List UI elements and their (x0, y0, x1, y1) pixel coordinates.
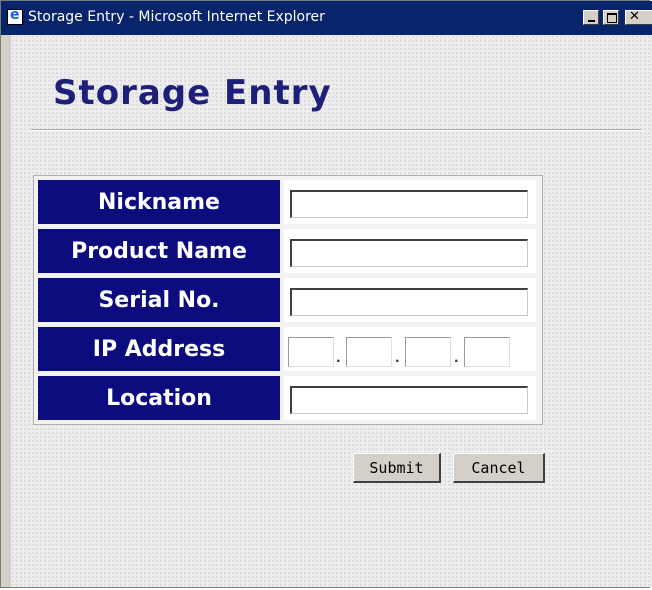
product-name-row: Product Name (38, 229, 538, 273)
nickname-cell (284, 180, 536, 224)
ip-separator: . (395, 351, 400, 365)
minimize-button[interactable] (583, 10, 599, 25)
serial-no-row: Serial No. (38, 278, 538, 322)
ip-octet-1-input[interactable] (288, 337, 334, 367)
ip-address-row: IP Address . . . (38, 327, 538, 371)
window-title: Storage Entry - Microsoft Internet Explo… (28, 9, 325, 25)
location-cell (284, 376, 536, 420)
title-bar[interactable]: Storage Entry - Microsoft Internet Explo… (1, 1, 652, 35)
nickname-input[interactable] (290, 190, 528, 218)
ip-octet-4-input[interactable] (464, 337, 510, 367)
submit-button[interactable]: Submit (353, 453, 441, 483)
storage-entry-form: Nickname Product Name Serial No. IP Addr… (33, 175, 543, 425)
location-label: Location (38, 376, 280, 420)
nickname-row: Nickname (38, 180, 538, 224)
ip-octet-2-input[interactable] (346, 337, 392, 367)
page-title: Storage Entry (53, 73, 332, 113)
location-input[interactable] (290, 386, 528, 414)
product-name-cell (284, 229, 536, 273)
location-row: Location (38, 376, 538, 420)
internet-explorer-icon (7, 7, 23, 25)
ip-address-cell: . . . (284, 327, 536, 371)
ip-separator: . (336, 351, 341, 365)
serial-no-input[interactable] (290, 288, 528, 316)
ip-separator: . (454, 351, 459, 365)
maximize-button[interactable] (603, 10, 619, 25)
browser-window: Storage Entry - Microsoft Internet Explo… (0, 0, 652, 588)
serial-no-label: Serial No. (38, 278, 280, 322)
ip-address-label: IP Address (38, 327, 280, 371)
serial-no-cell (284, 278, 536, 322)
divider (31, 129, 641, 131)
cancel-button[interactable]: Cancel (453, 453, 545, 483)
product-name-input[interactable] (290, 239, 528, 267)
close-button[interactable] (625, 9, 652, 25)
nickname-label: Nickname (38, 180, 280, 224)
ip-octet-3-input[interactable] (405, 337, 451, 367)
product-name-label: Product Name (38, 229, 280, 273)
page-content: Storage Entry Nickname Product Name Seri… (11, 35, 652, 587)
